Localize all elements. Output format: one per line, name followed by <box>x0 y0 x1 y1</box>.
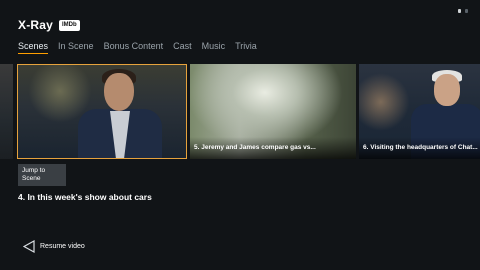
scene-card-selected[interactable] <box>17 64 187 159</box>
indicator-icon <box>465 9 468 13</box>
scene-caption: 6. Visiting the headquarters of Chat... <box>359 137 480 159</box>
page-title: X-Ray <box>18 18 54 32</box>
app-header: X-Ray IMDb <box>18 18 80 32</box>
scene-carousel: 5. Jeremy and James compare gas vs... 6.… <box>0 64 480 160</box>
indicator-icon <box>458 9 461 13</box>
scene-caption: 5. Jeremy and James compare gas vs... <box>190 137 356 159</box>
selected-scene-title: 4. In this week's show about cars <box>18 192 152 202</box>
scene-card-previous[interactable] <box>0 64 13 159</box>
imdb-badge: IMDb <box>59 19 80 31</box>
tab-scenes[interactable]: Scenes <box>18 41 49 54</box>
back-triangle-icon <box>23 240 35 253</box>
scene-card-6[interactable]: 6. Visiting the headquarters of Chat... <box>359 64 480 159</box>
tab-music[interactable]: Music <box>202 41 226 54</box>
scene-thumbnail <box>0 64 13 159</box>
tab-bonus-content[interactable]: Bonus Content <box>104 41 164 54</box>
jump-to-scene-button[interactable]: Jump to Scene <box>18 164 66 186</box>
status-indicators <box>458 9 468 13</box>
tab-in-scene[interactable]: In Scene <box>58 41 94 54</box>
tab-trivia[interactable]: Trivia <box>235 41 257 54</box>
resume-video-label: Resume video <box>40 243 85 250</box>
tab-bar: Scenes In Scene Bonus Content Cast Music… <box>18 41 257 54</box>
scene-card-5[interactable]: 5. Jeremy and James compare gas vs... <box>190 64 356 159</box>
tab-cast[interactable]: Cast <box>173 41 192 54</box>
resume-video-button[interactable]: Resume video <box>23 240 85 253</box>
